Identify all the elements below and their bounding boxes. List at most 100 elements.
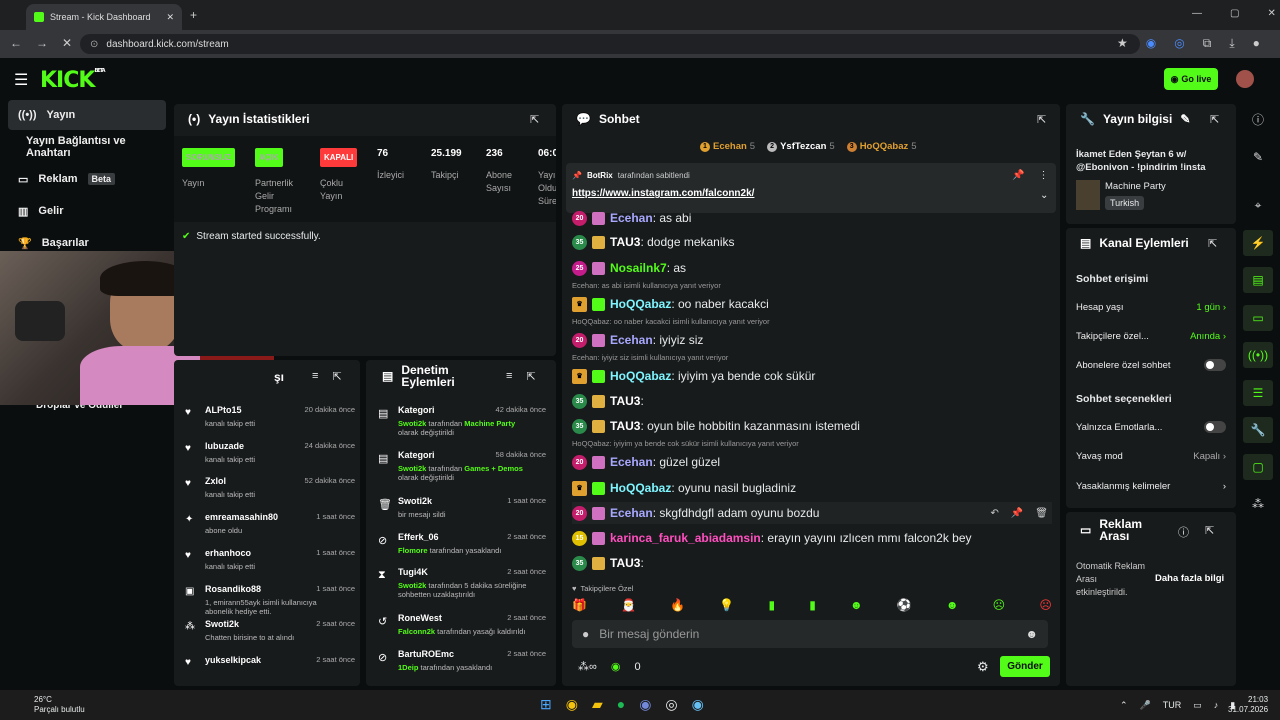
sidebar-item-gelir[interactable]: ▥ Gelir (8, 196, 166, 226)
windows-start-icon[interactable]: ⊞ (540, 696, 552, 713)
chat-message[interactable]: 15 karinca_faruk_abiadamsin: erayın yayın… (572, 527, 1052, 549)
activity-item[interactable]: ⁂ Swoti2k Chatten birisine to at alındı 2 s… (180, 619, 355, 654)
moderation-target[interactable]: Kategori (398, 450, 435, 460)
chat-username[interactable]: HoQQabaz (610, 297, 671, 311)
filter-icon[interactable]: ≡ (312, 370, 318, 383)
settings-gear-icon[interactable]: ⚙ (977, 659, 989, 675)
more-icon[interactable]: ⋮ (1038, 170, 1048, 181)
moderation-item[interactable]: ⊘ BartuROEmc 1Deip tarafından yasaklandı 2 … (372, 649, 554, 694)
reload-icon[interactable]: ✕ (62, 36, 72, 50)
subs-only-toggle[interactable] (1204, 359, 1226, 371)
back-icon[interactable]: ← (10, 36, 22, 50)
chat-message[interactable]: ♛ HoQQabaz: oo naber kacakci (572, 293, 1052, 315)
chat-username[interactable]: TAU3 (610, 419, 640, 433)
more-info-link[interactable]: Daha fazla bilgi (1155, 573, 1224, 584)
top-chatter[interactable]: 2 YsfTezcan 5 (767, 141, 835, 152)
activity-item[interactable]: ♥ Zxlol kanalı takip etti 52 dakika önce (180, 476, 355, 511)
moderation-item[interactable]: ▤ Kategori Swoti2k tarafından Machine Part… (372, 405, 554, 450)
activity-user[interactable]: emreamasahin80 (205, 512, 278, 522)
activity-user[interactable]: Swoti2k (205, 619, 239, 629)
chat-username[interactable]: Nosailnk7 (610, 261, 667, 275)
avatar[interactable] (1236, 70, 1254, 88)
points-icon[interactable]: ⁂∞ (578, 660, 597, 673)
chat-username[interactable]: Ecehan (610, 333, 653, 347)
activity-user[interactable]: ALPto15 (205, 405, 242, 415)
volume-icon[interactable]: ♪ (1214, 700, 1219, 711)
followers-only-row[interactable]: Takipçilere özel... Anında › (1076, 326, 1226, 346)
spotify-icon[interactable]: ● (617, 696, 625, 713)
chat-icon[interactable]: ▭ (1243, 305, 1273, 331)
category-name[interactable]: Machine Party (1105, 181, 1166, 192)
activity-item[interactable]: ♥ yukselkipcak 2 saat önce (180, 655, 355, 690)
chat-message[interactable]: 20 Ecehan: güzel güzel (572, 451, 1052, 473)
moderator-name[interactable]: 1Deip (398, 663, 418, 672)
emoji-icon[interactable]: ☻ (1025, 627, 1038, 641)
clock[interactable]: 21:03 31.07.2026 (1228, 695, 1268, 715)
popout-icon[interactable]: ⇱ (1037, 113, 1046, 126)
activity-item[interactable]: ♥ erhanhoco kanalı takip etti 1 saat önce (180, 548, 355, 583)
moderation-target[interactable]: Efferk_06 (398, 532, 439, 542)
emote-icon[interactable]: ▮ (768, 598, 775, 616)
moderator-name[interactable]: Swoti2k (398, 581, 426, 590)
mic-icon[interactable]: 🎤 (1140, 700, 1151, 711)
emote-icon[interactable]: ⚽ (897, 598, 912, 616)
weather-widget[interactable]: 26°C Parçalı bulutlu (34, 695, 85, 715)
profile-icon[interactable]: ● (1253, 36, 1260, 51)
browser-tab[interactable]: Stream - Kick Dashboard ✕ (26, 4, 182, 30)
hamburger-menu-icon[interactable]: ☰ (14, 70, 28, 90)
popout-icon[interactable]: ⇱ (1210, 113, 1219, 126)
chat-username[interactable]: Ecehan (610, 506, 653, 520)
puzzle-icon[interactable]: ⧉ (1203, 36, 1212, 51)
emote-icon[interactable]: 💡 (719, 598, 734, 616)
new-tab-icon[interactable]: + (190, 8, 197, 22)
info-icon[interactable]: ⓘ (1178, 524, 1189, 540)
broadcast-icon[interactable]: ((•)) (1243, 342, 1273, 368)
steam-icon[interactable]: ◉ (692, 696, 704, 713)
chat-username[interactable]: HoQQabaz (610, 481, 671, 495)
kick-logo[interactable]: KICKBETA (40, 68, 106, 93)
close-tab-icon[interactable]: ✕ (166, 12, 174, 23)
activity-item[interactable]: ♥ lubuzade kanalı takip etti 24 dakika önce (180, 441, 355, 476)
emote-icon[interactable]: 🎅 (621, 598, 636, 616)
chat-input[interactable]: ● Bir mesaj gönderin ☻ (572, 620, 1048, 648)
chat-message[interactable]: 35 TAU3: (572, 390, 1052, 412)
edit-pencil-icon[interactable]: ✎ (1180, 112, 1190, 126)
edit-pencil-icon[interactable]: ✎ (1243, 144, 1273, 170)
chat-username[interactable]: Ecehan (610, 455, 653, 469)
activity-user[interactable]: yukselkipcak (205, 655, 261, 665)
chat-message[interactable]: ♛ HoQQabaz: oyunu nasil bugladiniz (572, 477, 1052, 499)
wrench-icon[interactable]: 🔧 (1243, 417, 1273, 443)
unpin-icon[interactable]: 📌 (1012, 170, 1024, 181)
chat-message[interactable]: 25 Nosailnk7: as (572, 257, 1052, 279)
chat-message[interactable]: 35 TAU3: oyun bile hobbitin kazanmasını i… (572, 415, 1052, 437)
emote-icon[interactable]: 🔥 (670, 598, 685, 616)
chevron-down-icon[interactable]: ⌄ (1040, 190, 1048, 201)
activity-item[interactable]: ♥ ALPto15 kanalı takip etti 20 dakika önce (180, 405, 355, 440)
activity-user[interactable]: erhanhoco (205, 548, 251, 558)
moderation-item[interactable]: ▤ Kategori Swoti2k tarafından Games + Demo… (372, 450, 554, 495)
popout-icon[interactable]: ⇱ (1205, 524, 1214, 540)
popout-icon[interactable]: ⇱ (332, 370, 341, 383)
moderator-name[interactable]: Swoti2k (398, 464, 426, 473)
go-live-button[interactable]: ◉ Go live (1164, 68, 1218, 90)
obs-icon[interactable]: ◎ (665, 696, 677, 713)
popout-icon[interactable]: ⇱ (526, 370, 535, 383)
activity-user[interactable]: lubuzade (205, 441, 244, 451)
clipboard-icon[interactable]: ▤ (1243, 267, 1273, 293)
chrome-icon[interactable]: ◉ (566, 696, 578, 713)
points-icon[interactable]: ⁂ (1243, 491, 1273, 517)
activity-item[interactable]: ✦ emreamasahin80 abone oldu 1 saat önce (180, 512, 355, 547)
extension-icon[interactable]: ◎ (1174, 36, 1184, 51)
sidebar-item-yayin[interactable]: ((•)) Yayın (8, 100, 166, 130)
banned-words-row[interactable]: Yasaklanmış kelimeler › (1076, 476, 1226, 496)
file-explorer-icon[interactable]: ▰ (592, 696, 603, 713)
forward-icon[interactable]: → (36, 36, 48, 50)
moderation-target[interactable]: RoneWest (398, 613, 442, 623)
top-chatter[interactable]: 3 HoQQabaz 5 (846, 141, 917, 152)
moderator-name[interactable]: Falconn2k (398, 627, 435, 636)
chat-message[interactable]: 20 Ecehan: iyiyiz siz (572, 329, 1052, 351)
emote-icon[interactable]: ☹ (1039, 598, 1052, 616)
address-bar[interactable]: ⊙ dashboard.kick.com/stream (80, 34, 1140, 54)
network-icon[interactable]: ▭ (1193, 700, 1202, 711)
trash-icon[interactable]: 🗑 (1035, 508, 1048, 519)
